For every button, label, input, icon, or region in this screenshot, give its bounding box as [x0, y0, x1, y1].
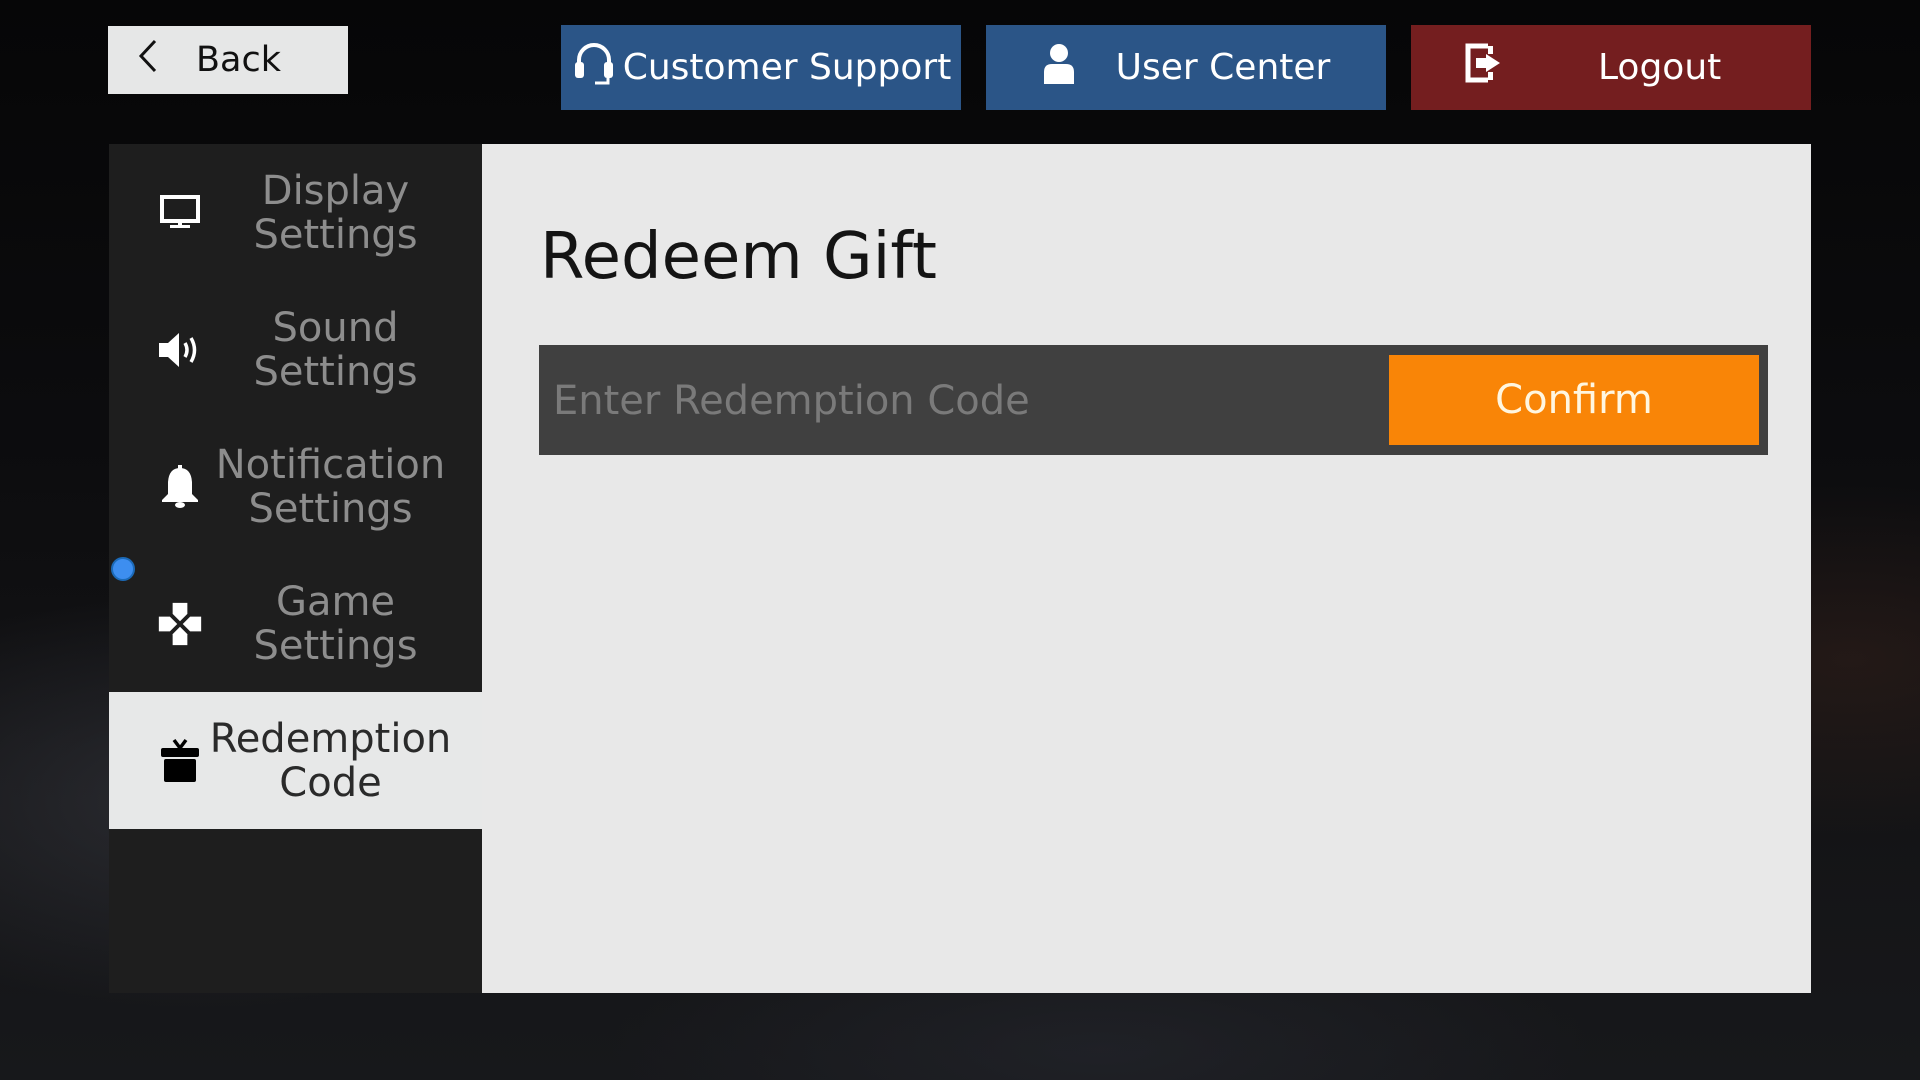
sidebar-item-label: Display Settings	[253, 167, 418, 258]
settings-sidebar: Display Settings Sound Settings Notificati…	[109, 144, 482, 993]
logout-label: Logout	[1598, 47, 1722, 88]
back-label: Back	[196, 40, 281, 80]
sidebar-item-redemption-code[interactable]: Redemption Code	[109, 692, 482, 829]
redemption-code-input[interactable]	[539, 345, 1395, 457]
redemption-code-box: Confirm	[539, 345, 1768, 457]
headset-icon	[571, 40, 617, 95]
chevron-left-icon	[138, 39, 158, 82]
sidebar-item-label: Sound Settings	[253, 304, 418, 395]
sidebar-item-game-settings[interactable]: Game Settings	[109, 555, 482, 692]
sidebar-item-label: Game Settings	[253, 578, 418, 669]
back-button[interactable]: Back	[108, 26, 348, 94]
sidebar-item-label: Redemption Code	[209, 715, 452, 806]
logout-button[interactable]: Logout	[1411, 25, 1811, 110]
user-center-label: User Center	[1115, 47, 1331, 88]
cursor-indicator	[111, 557, 135, 581]
page-title: Redeem Gift	[540, 220, 937, 294]
sidebar-item-display-settings[interactable]: Display Settings	[109, 144, 482, 281]
customer-support-button[interactable]: Customer Support	[561, 25, 961, 110]
sidebar-item-sound-settings[interactable]: Sound Settings	[109, 281, 482, 418]
sidebar-item-notification-settings[interactable]: Notification Settings	[109, 418, 482, 555]
customer-support-label: Customer Support	[622, 47, 952, 88]
user-icon	[1042, 42, 1076, 93]
sidebar-item-label: Notification Settings	[215, 441, 446, 532]
redeem-gift-panel: Redeem Gift Confirm	[482, 144, 1811, 993]
user-center-button[interactable]: User Center	[986, 25, 1386, 110]
confirm-button[interactable]: Confirm	[1389, 355, 1759, 445]
logout-icon	[1464, 42, 1504, 93]
